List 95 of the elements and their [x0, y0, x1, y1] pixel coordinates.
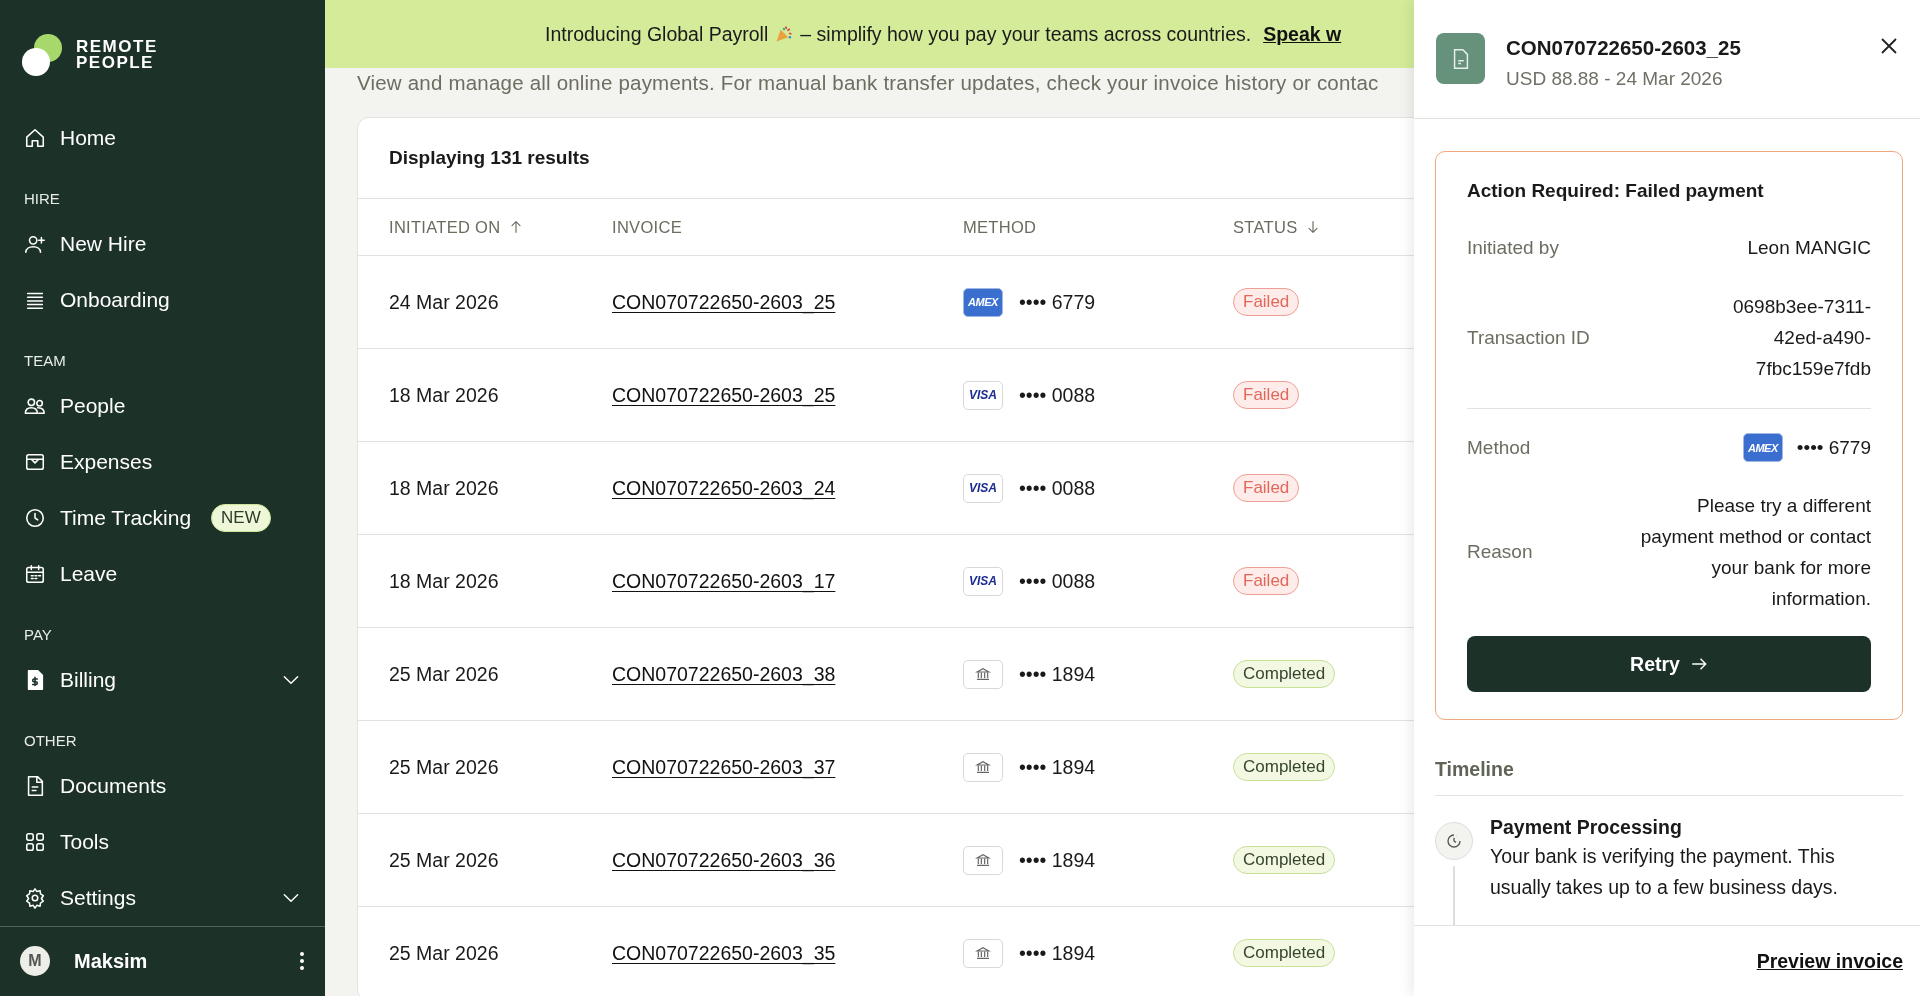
status-badge: Completed	[1233, 939, 1336, 967]
date-cell-text: 18 Mar 2026	[389, 476, 500, 500]
settings-icon	[24, 886, 46, 909]
clock-icon	[1435, 822, 1473, 860]
field-label: Method	[1467, 436, 1531, 459]
card-digits: •••• 1894	[1019, 662, 1096, 686]
banner-link[interactable]: Speak w	[1263, 22, 1342, 46]
nav-item[interactable]: Time Tracking NEW	[0, 489, 325, 546]
date-cell-text: 18 Mar 2026	[389, 383, 500, 407]
section-heading: TEAM	[23, 351, 67, 370]
invoice-link[interactable]: CON070722650-2603_24	[612, 476, 836, 499]
card-digits: •••• 6779	[1796, 436, 1871, 459]
invoice-link[interactable]: CON070722650-2603_37	[612, 755, 836, 778]
avatar[interactable]: M	[20, 946, 50, 977]
date-cell-text: 25 Mar 2026	[389, 941, 500, 965]
user-name: Maksim	[74, 949, 149, 973]
section-heading: PAY	[23, 625, 53, 644]
field-label: Transaction ID	[1467, 326, 1590, 349]
panel-subtitle: USD 88.88 - 24 Mar 2026	[1506, 68, 1724, 90]
page-description: View and manage all online payments. For manual bank transfer updates, check your invoice history or contac	[357, 70, 1379, 96]
status-badge: Failed	[1233, 474, 1300, 502]
new-badge: NEW	[211, 503, 271, 532]
column-header[interactable]: INITIATED ON	[389, 217, 501, 237]
card-digits: •••• 0088	[1019, 383, 1096, 407]
bank-icon	[963, 659, 1003, 689]
field-value: Leon MANGIC	[1747, 236, 1871, 260]
nav-item[interactable]: Expenses	[0, 433, 325, 490]
column-header[interactable]: METHOD	[963, 217, 1037, 237]
card-logo: AMEX	[1742, 433, 1783, 462]
bank-icon	[963, 752, 1003, 782]
invoice-link[interactable]: CON070722650-2603_17	[612, 569, 836, 592]
alert-title: Action Required: Failed payment	[1467, 180, 1765, 202]
status-badge: Failed	[1233, 381, 1300, 409]
section-heading: OTHER	[23, 731, 78, 750]
nav-item[interactable]: Home	[0, 109, 325, 166]
results-count: Displaying 131 results	[389, 147, 590, 169]
card-digits: •••• 1894	[1019, 755, 1096, 779]
clock-icon	[24, 506, 46, 529]
close-icon[interactable]	[1880, 37, 1898, 55]
more-icon[interactable]	[299, 951, 305, 972]
status-badge: Completed	[1233, 660, 1336, 688]
nav-item[interactable]: Settings	[0, 869, 325, 926]
date-cell-text: 25 Mar 2026	[389, 662, 500, 686]
panel-title: CON070722650-2603_25	[1506, 36, 1741, 60]
date-cell-text: 24 Mar 2026	[389, 290, 500, 314]
invoice-link[interactable]: CON070722650-2603_25	[612, 383, 836, 406]
field-label: Initiated by	[1467, 236, 1559, 259]
nav-item[interactable]: Billing	[0, 651, 325, 708]
invoice-link[interactable]: CON070722650-2603_38	[612, 662, 836, 685]
nav-item[interactable]: New Hire	[0, 215, 325, 272]
retry-button[interactable]: Retry	[1467, 636, 1871, 692]
card-logo: VISA	[963, 473, 1003, 503]
status-badge: Failed	[1233, 288, 1300, 316]
timeline-description: Your bank is verifying the payment. This usually takes up to a few business days.	[1490, 844, 1839, 900]
card-digits: •••• 0088	[1019, 569, 1096, 593]
card-digits: •••• 6779	[1019, 290, 1096, 314]
field-value: Please try a different payment method or contact your bank for more information.	[1639, 494, 1871, 611]
status-badge: Failed	[1233, 567, 1300, 595]
bank-icon	[963, 938, 1003, 968]
home-icon	[24, 126, 46, 149]
section-heading: HIRE	[23, 189, 61, 208]
status-badge: Completed	[1233, 753, 1336, 781]
nav-item[interactable]: Onboarding	[0, 271, 325, 328]
card-logo: VISA	[963, 380, 1003, 410]
invoice-link[interactable]: CON070722650-2603_25	[612, 290, 836, 313]
grid-icon	[24, 830, 46, 853]
status-badge: Completed	[1233, 846, 1336, 874]
logo-text: REMOTE PEOPLE	[76, 38, 158, 71]
timeline-title: Payment Processing	[1490, 816, 1683, 839]
date-cell-text: 25 Mar 2026	[389, 755, 500, 779]
field-label: Reason	[1467, 541, 1533, 563]
invoice-link[interactable]: CON070722650-2603_36	[612, 848, 836, 871]
nav-item[interactable]: Tools	[0, 813, 325, 870]
date-cell-text: 25 Mar 2026	[389, 848, 500, 872]
section-heading: Timeline	[1435, 758, 1903, 796]
column-header[interactable]: INVOICE	[612, 217, 682, 237]
preview-invoice-link[interactable]: Preview invoice	[1756, 949, 1903, 973]
card-logo: AMEX	[963, 287, 1003, 317]
bank-icon	[963, 845, 1003, 875]
document-icon	[1436, 33, 1485, 84]
nav-item[interactable]: People	[0, 377, 325, 434]
invoice-link[interactable]: CON070722650-2603_35	[612, 941, 836, 964]
card-digits: •••• 1894	[1019, 941, 1096, 965]
nav-item[interactable]: Documents	[0, 757, 325, 814]
party-popper-icon	[774, 24, 795, 44]
nav-item[interactable]: Leave	[0, 545, 325, 602]
field-value: 0698b3ee-7311-42ed-a490-7fbc159e7fdb	[1731, 295, 1871, 381]
date-cell-text: 18 Mar 2026	[389, 569, 500, 593]
card-digits: •••• 0088	[1019, 476, 1096, 500]
card-logo: VISA	[963, 566, 1003, 596]
card-digits: •••• 1894	[1019, 848, 1096, 872]
banner-text: – simplify how you pay your teams across countries.	[800, 22, 1252, 46]
column-header[interactable]: STATUS	[1233, 217, 1298, 237]
calendar-icon	[24, 562, 46, 585]
banner-text: Introducing Global Payroll	[545, 22, 769, 46]
